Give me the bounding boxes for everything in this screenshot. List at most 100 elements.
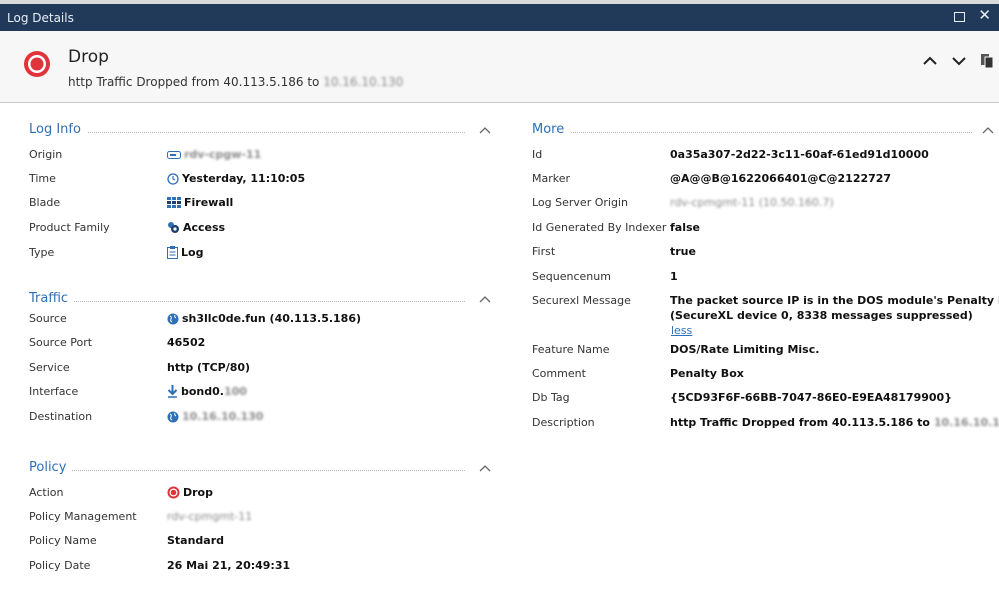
- type-value: Log: [167, 246, 203, 259]
- policy-title: Policy: [29, 460, 73, 475]
- log-summary-text: http Traffic Dropped from 40.113.5.186 t…: [68, 75, 320, 89]
- log-info-title: Log Info: [29, 122, 87, 137]
- interface-value: bond0. 100: [167, 385, 247, 398]
- comment-value: Penalty Box: [670, 367, 744, 380]
- policy-date-value: 26 Mai 21, 20:49:31: [167, 559, 291, 572]
- description-text: http Traffic Dropped from 40.113.5.186 t…: [670, 416, 930, 429]
- globe-icon: [167, 411, 179, 422]
- origin-text: rdv-cpgw-11: [184, 148, 262, 161]
- log-server-origin-value: rdv-cpmgmt-11 (10.50.160.7): [670, 196, 834, 209]
- interface-text-hidden: 100: [223, 385, 247, 398]
- id-generated-label: Id Generated By Indexer: [532, 221, 667, 234]
- feature-name-label: Feature Name: [532, 343, 610, 356]
- source-label: Source: [29, 312, 67, 325]
- log-summary: http Traffic Dropped from 40.113.5.186 t…: [68, 75, 403, 89]
- clock-icon: [167, 172, 179, 185]
- next-log-button[interactable]: [950, 52, 968, 70]
- source-value: sh3llc0de.fun (40.113.5.186): [167, 312, 361, 325]
- access-icon: [168, 222, 179, 233]
- policy-name-value: Standard: [167, 534, 225, 547]
- globe-icon: [167, 313, 179, 324]
- first-label: First: [532, 245, 556, 258]
- id-generated-value: false: [670, 221, 700, 234]
- db-tag-label: Db Tag: [532, 391, 570, 404]
- policy-management-value: rdv-cpmgmt-11: [167, 510, 252, 523]
- type-label: Type: [29, 246, 55, 259]
- previous-log-button[interactable]: [921, 52, 939, 70]
- description-label: Description: [532, 416, 595, 429]
- maximize-icon[interactable]: [954, 12, 965, 22]
- securexl-message-label: Securexl Message: [532, 294, 631, 307]
- collapse-more-icon[interactable]: [981, 124, 995, 136]
- policy-date-label: Policy Date: [29, 559, 91, 572]
- sequencenum-label: Sequencenum: [532, 270, 611, 283]
- more-section-header: More: [532, 122, 999, 140]
- time-text: Yesterday, 11:10:05: [182, 172, 306, 185]
- origin-label: Origin: [29, 148, 63, 161]
- policy-section-header: Policy: [29, 460, 495, 478]
- action-label: Action: [29, 486, 64, 499]
- blade-label: Blade: [29, 196, 61, 209]
- sequencenum-value: 1: [670, 270, 678, 283]
- action-value: Drop: [167, 486, 213, 499]
- policy-management-text: rdv-cpmgmt-11: [167, 510, 253, 523]
- window-title: Log Details: [7, 11, 74, 25]
- close-icon[interactable]: ✕: [978, 8, 991, 23]
- window-titlebar[interactable]: Log Details ✕: [0, 4, 999, 31]
- log-info-section-header: Log Info: [29, 122, 495, 140]
- interface-label: Interface: [29, 385, 79, 398]
- source-port-label: Source Port: [29, 336, 93, 349]
- marker-value: @A@@B@1622066401@C@2122727: [670, 172, 892, 185]
- destination-label: Destination: [29, 410, 93, 423]
- service-label: Service: [29, 361, 70, 374]
- id-value: 0a35a307-2d22-3c11-60af-61ed91d10000: [670, 148, 929, 161]
- clipboard-icon: [167, 246, 178, 259]
- marker-label: Marker: [532, 172, 571, 185]
- time-value: Yesterday, 11:10:05: [167, 172, 305, 185]
- blade-text: Firewall: [184, 196, 234, 209]
- log-header: Drop http Traffic Dropped from 40.113.5.…: [0, 31, 999, 103]
- log-summary-destination: 10.16.10.130: [323, 75, 404, 89]
- securexl-message-value: The packet source IP is in the DOS modul…: [670, 294, 999, 307]
- collapse-policy-icon[interactable]: [478, 462, 492, 474]
- destination-value: 10.16.10.130: [167, 410, 263, 423]
- more-title: More: [532, 122, 571, 137]
- download-arrow-icon: [167, 385, 178, 398]
- db-tag-value: {5CD93F6F-66BB-7047-86E0-E9EA48179900}: [670, 391, 953, 404]
- blade-value: Firewall: [167, 196, 233, 209]
- source-port-value: 46502: [167, 336, 206, 349]
- policy-name-label: Policy Name: [29, 534, 97, 547]
- log-server-origin-label: Log Server Origin: [532, 196, 628, 209]
- less-link[interactable]: less: [671, 324, 692, 337]
- source-text: sh3llc0de.fun (40.113.5.186): [182, 312, 362, 325]
- description-value: http Traffic Dropped from 40.113.5.186 t…: [670, 416, 999, 429]
- service-value: http (TCP/80): [167, 361, 251, 374]
- type-text: Log: [181, 246, 204, 259]
- product-family-value: Access: [167, 221, 225, 234]
- firewall-icon: [167, 197, 181, 208]
- action-text: Drop: [183, 486, 213, 499]
- feature-name-value: DOS/Rate Limiting Misc.: [670, 343, 820, 356]
- origin-value: rdv-cpgw-11: [167, 148, 261, 161]
- securexl-message-value-line2: (SecureXL device 0, 8338 messages suppre…: [670, 309, 973, 322]
- description-text-hidden: 10.16.10.1...: [933, 416, 999, 429]
- copy-icon[interactable]: [978, 52, 996, 70]
- product-family-label: Product Family: [29, 221, 110, 234]
- log-action-title: Drop: [68, 47, 109, 67]
- destination-text: 10.16.10.130: [182, 410, 264, 423]
- first-value: true: [670, 245, 696, 258]
- collapse-log-info-icon[interactable]: [478, 124, 492, 136]
- traffic-title: Traffic: [29, 291, 75, 306]
- id-label: Id: [532, 148, 543, 161]
- gateway-icon: [167, 150, 181, 159]
- policy-management-label: Policy Management: [29, 510, 137, 523]
- interface-text: bond0.: [181, 385, 224, 398]
- time-label: Time: [29, 172, 56, 185]
- log-server-origin-text: rdv-cpmgmt-11 (10.50.160.7): [670, 196, 834, 209]
- drop-icon: [24, 51, 50, 77]
- drop-icon: [167, 486, 180, 499]
- traffic-section-header: Traffic: [29, 291, 495, 309]
- comment-label: Comment: [532, 367, 586, 380]
- product-family-text: Access: [183, 221, 226, 234]
- collapse-traffic-icon[interactable]: [478, 293, 492, 305]
